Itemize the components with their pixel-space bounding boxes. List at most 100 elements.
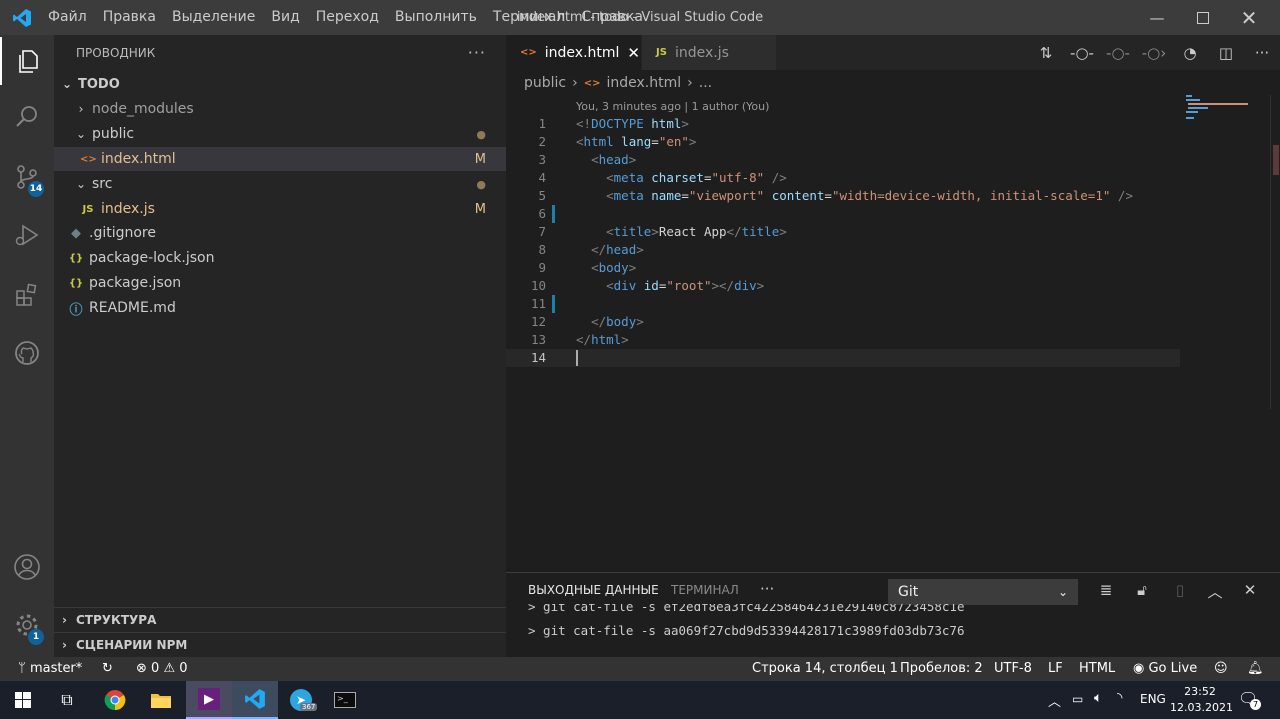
split-editor-icon[interactable]: ◫ [1208,44,1244,62]
tab-output[interactable]: ВЫХОДНЫЕ ДАННЫЕ [528,583,659,597]
codelens-blame[interactable]: You, 3 minutes ago | 1 author (You) [576,100,769,113]
editor-actions: ⇅ -○- -○- -○› ◔ ◫ ··· [1028,35,1280,70]
menu-view[interactable]: Вид [263,0,307,35]
language-indicator[interactable]: ENG [1140,692,1166,706]
menu-edit[interactable]: Правка [95,0,164,35]
branch-status[interactable]: ᛘ master* [18,657,82,681]
battery-icon[interactable]: ▭ [1072,692,1083,706]
visual-studio-taskbar-button[interactable]: ▶ [186,681,232,719]
explorer-taskbar-button[interactable] [138,681,184,719]
sync-button[interactable]: ↻ [102,657,113,681]
json-file-icon: {} [68,277,84,289]
problems-status[interactable]: ⊗ 0 ⚠ 0 [136,657,188,681]
notifications-button[interactable]: 🔔︎ [1247,657,1264,681]
extensions-icon [16,283,37,306]
run-debug-button[interactable] [0,211,54,259]
more-actions-icon[interactable]: ··· [468,43,486,62]
encoding-status[interactable]: UTF-8 [994,657,1032,681]
more-actions-icon[interactable]: ··· [1244,44,1280,62]
scrollbar-ruler[interactable] [1270,95,1280,409]
cursor-position[interactable]: Строка 14, столбец 1 [752,657,898,681]
open-log-icon[interactable]: ▯ [1168,581,1192,599]
search-button[interactable] [0,93,54,141]
tree-item-public[interactable]: ⌄ public ● [54,122,506,146]
next-change-icon[interactable]: -○› [1136,44,1172,62]
open-changes-icon[interactable]: ◔ [1172,44,1208,62]
output-channel-select[interactable]: Git ⌄ [888,579,1078,605]
previous-change-icon[interactable]: -○- [1100,44,1136,62]
maximize-panel-icon[interactable]: ︿ [1203,581,1227,602]
tree-item-package-json[interactable]: {} package.json [54,271,506,295]
workspace-root[interactable]: ⌄ TODO [54,72,506,96]
added-line-gutter [552,205,555,223]
menu-run[interactable]: Выполнить [387,0,485,35]
terminal-taskbar-button[interactable]: >_ [322,681,368,719]
windows-logo-icon [15,692,31,708]
source-control-button[interactable]: 14 [0,153,54,201]
menu-terminal[interactable]: Терминал [485,0,573,35]
code-line: 13 </html> [506,331,1186,349]
github-button[interactable] [0,329,54,377]
breadcrumb-more[interactable]: ... [699,75,712,91]
code-line: 1 <!DOCTYPE html> [506,115,1186,133]
tree-item-index-html[interactable]: <> index.html M [54,147,506,171]
tree-item-readme[interactable]: ⓘ README.md [54,296,506,320]
npm-scripts-section[interactable]: › СЦЕНАРИИ NPM [54,632,506,656]
show-hidden-icons[interactable]: ︿ [1048,691,1061,710]
tab-index-html[interactable]: <> index.html ✕ [506,35,641,70]
manage-button[interactable]: 1 [0,601,54,649]
accounts-button[interactable] [0,543,54,591]
extensions-button[interactable] [0,271,54,319]
minimize-button[interactable]: — [1134,0,1180,35]
wifi-icon[interactable]: ◝ [1117,690,1122,706]
tree-item-src[interactable]: ⌄ src ● [54,172,506,196]
tree-item-index-js[interactable]: JS index.js M [54,197,506,221]
tab-index-js[interactable]: JS index.js [642,35,776,70]
menu-go[interactable]: Переход [308,0,387,35]
files-icon [19,50,38,73]
language-mode[interactable]: HTML [1079,657,1115,681]
menu-help[interactable]: Справка [573,0,651,35]
clear-output-icon[interactable]: ≣ [1094,581,1118,599]
git-commit-icon[interactable]: -○- [1064,44,1100,62]
menu-selection[interactable]: Выделение [164,0,263,35]
panel-more-button[interactable]: ··· [760,580,774,598]
menu-file[interactable]: Файл [40,0,95,35]
tree-item-label: node_modules [92,101,194,117]
close-panel-icon[interactable]: ✕ [1238,581,1262,599]
feedback-button[interactable]: ☺ [1214,657,1228,681]
task-view-button[interactable]: ⧉ [44,681,90,719]
tab-terminal[interactable]: ТЕРМИНАЛ [671,583,739,597]
volume-icon[interactable]: 🔈︎ [1094,690,1102,706]
tree-item-gitignore[interactable]: ◆ .gitignore [54,221,506,245]
compare-changes-icon[interactable]: ⇅ [1028,44,1064,62]
added-line-gutter [552,295,555,313]
explorer-button[interactable] [0,37,54,85]
close-window-button[interactable]: ✕ [1226,0,1272,35]
tree-item-package-lock[interactable]: {} package-lock.json [54,246,506,270]
line-number: 14 [530,350,546,365]
indentation-status[interactable]: Пробелов: 2 [900,657,983,681]
telegram-taskbar-button[interactable]: ➤ 367 [278,681,324,719]
action-center-button[interactable]: 🗨︎ 7 [1238,689,1261,710]
close-tab-icon[interactable]: ✕ [627,44,640,62]
breadcrumb-file[interactable]: index.html [607,75,682,91]
current-line: 14 [506,349,1180,367]
git-branch-icon: ᛘ [18,661,30,676]
chrome-taskbar-button[interactable] [92,681,138,719]
go-live-button[interactable]: ◉ Go Live [1133,657,1197,681]
breadcrumb-folder[interactable]: public [524,75,566,91]
vscode-taskbar-button[interactable] [232,681,278,719]
eol-status[interactable]: LF [1048,657,1063,681]
tree-item-node-modules[interactable]: › node_modules [54,97,506,121]
lock-scroll-icon[interactable]: 🔓︎ [1130,581,1154,599]
minimap[interactable] [1180,95,1270,125]
clock[interactable]: 23:52 12.03.2021 [1170,684,1233,716]
chevron-right-icon: › [687,75,693,91]
npm-scripts-section-label: СЦЕНАРИИ NPM [76,637,188,652]
line-number: 9 [538,260,546,275]
sync-icon: ↻ [102,661,113,676]
start-button[interactable] [0,681,46,719]
outline-section[interactable]: › СТРУКТУРА [54,607,506,631]
maximize-button[interactable] [1180,0,1226,35]
